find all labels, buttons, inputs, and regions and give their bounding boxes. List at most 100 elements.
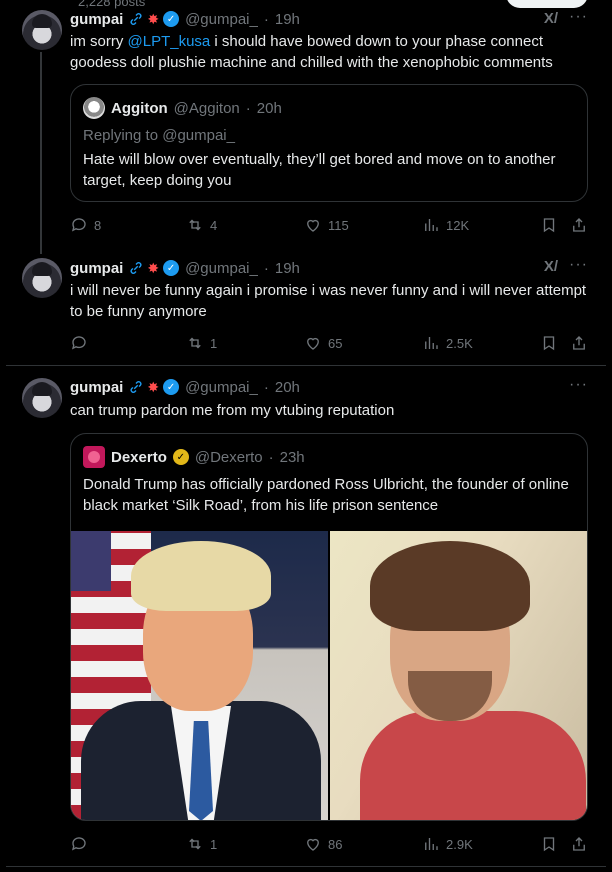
quote-display-name: Dexerto — [111, 448, 167, 466]
views-icon — [425, 838, 438, 850]
media-image-right[interactable] — [330, 531, 587, 820]
bookmark-button[interactable] — [540, 332, 558, 354]
more-icon[interactable]: ··· — [569, 376, 588, 394]
separator: · — [263, 10, 269, 28]
quote-text: Donald Trump has officially pardoned Ros… — [83, 476, 569, 514]
verified-badge-icon: ✓ — [163, 379, 180, 395]
tweet-2[interactable]: gumpai ✸ ✓ @gumpai_ · 19h X/ ··· i will … — [6, 250, 606, 365]
more-icon[interactable]: ··· — [569, 8, 588, 26]
separator: · — [268, 448, 274, 466]
verified-badge-icon: ✓ — [163, 260, 180, 276]
like-icon — [307, 219, 319, 232]
reply-button[interactable] — [70, 332, 94, 354]
reply-count: 8 — [94, 217, 102, 233]
share-icon — [573, 218, 585, 232]
views-count: 2.9K — [446, 836, 473, 852]
share-button[interactable] — [570, 332, 588, 354]
bookmark-icon — [543, 837, 555, 852]
quoted-tweet[interactable]: Dexerto ✓ @Dexerto · 23h Donald Trump ha… — [70, 433, 588, 821]
avatar[interactable] — [22, 10, 62, 50]
views-icon — [425, 337, 438, 349]
handle[interactable]: @gumpai_ — [185, 11, 258, 28]
like-icon — [307, 838, 319, 851]
repost-count: 4 — [210, 217, 218, 233]
share-icon — [573, 837, 585, 851]
verified-badge-icon: ✓ — [163, 11, 180, 27]
separator: · — [263, 378, 269, 396]
views-count: 12K — [446, 217, 470, 233]
share-button[interactable] — [570, 833, 588, 855]
like-icon — [307, 337, 319, 350]
sparkle-icon: ✸ — [147, 378, 160, 395]
tweet-3[interactable]: gumpai ✸ ✓ @gumpai_ · 20h ··· can trump … — [6, 366, 606, 866]
timestamp[interactable]: 20h — [275, 379, 300, 396]
share-icon — [573, 336, 585, 350]
more-icon[interactable]: ··· — [569, 256, 588, 274]
quote-header: Dexerto ✓ @Dexerto · 23h — [83, 446, 305, 468]
tweet-header: gumpai ✸ ✓ @gumpai_ · 19h — [70, 258, 300, 278]
flag-canton — [71, 531, 111, 591]
action-bar: 1 86 2.9K — [70, 833, 600, 855]
like-button[interactable]: 86 — [304, 833, 342, 855]
handle[interactable]: @gumpai_ — [185, 260, 258, 277]
quote-badges: ✓ — [172, 449, 189, 465]
bookmark-button[interactable] — [540, 214, 558, 236]
like-button[interactable]: 65 — [304, 332, 342, 354]
display-name[interactable]: gumpai — [70, 11, 123, 28]
tweet-1[interactable]: gumpai ✸ ✓ @gumpai_ · 19h X/ ··· im sorr… — [6, 0, 606, 250]
separator: · — [245, 99, 251, 117]
hair-graphic — [131, 541, 271, 611]
media-image-left[interactable] — [71, 531, 328, 820]
quote-media[interactable] — [71, 531, 587, 820]
views-icon — [425, 219, 438, 231]
repost-button[interactable]: 1 — [186, 833, 217, 855]
repost-icon — [189, 838, 201, 850]
repost-count: 1 — [210, 836, 218, 852]
views-button[interactable]: 12K — [422, 214, 469, 236]
separator: · — [263, 259, 269, 277]
like-count: 86 — [328, 836, 343, 852]
bookmark-icon — [543, 218, 555, 233]
text-before: im sorry — [70, 33, 128, 50]
action-bar: 1 65 2.5K — [70, 332, 600, 354]
views-count: 2.5K — [446, 335, 473, 351]
divider — [6, 866, 606, 867]
like-button[interactable]: 115 — [304, 214, 349, 236]
mention-link[interactable]: @LPT_kusa — [128, 33, 211, 50]
quote-handle: @Dexerto — [194, 448, 263, 466]
grok-icon[interactable]: X/ — [544, 10, 558, 27]
grok-icon[interactable]: X/ — [544, 258, 558, 275]
reply-button[interactable] — [70, 833, 94, 855]
link-icon — [130, 262, 142, 274]
quoted-tweet[interactable]: Aggiton @Aggiton · 20h Replying to @gump… — [70, 84, 588, 202]
reply-icon — [71, 336, 86, 350]
bookmark-icon — [543, 336, 555, 351]
quote-handle: @Aggiton — [173, 99, 240, 117]
shirt-graphic — [360, 711, 586, 820]
quote-avatar — [83, 446, 105, 468]
link-icon — [130, 381, 142, 393]
views-button[interactable]: 2.9K — [422, 833, 473, 855]
timestamp[interactable]: 19h — [275, 260, 300, 277]
like-count: 65 — [328, 335, 343, 351]
quote-display-name: Aggiton — [111, 99, 168, 117]
share-button[interactable] — [570, 214, 588, 236]
bookmark-button[interactable] — [540, 833, 558, 855]
reply-icon — [71, 218, 86, 232]
repost-button[interactable]: 4 — [186, 214, 217, 236]
views-button[interactable]: 2.5K — [422, 332, 473, 354]
display-name[interactable]: gumpai — [70, 260, 123, 277]
hair-graphic — [370, 541, 530, 631]
name-badges: ✸ ✓ — [129, 260, 180, 277]
tweet-text: i will never be funny again i promise i … — [70, 282, 587, 320]
link-icon — [130, 13, 142, 25]
reply-button[interactable]: 8 — [70, 214, 101, 236]
repost-button[interactable]: 1 — [186, 332, 217, 354]
name-badges: ✸ ✓ — [129, 11, 180, 28]
quote-text: Hate will blow over eventually, they’ll … — [83, 151, 556, 189]
display-name[interactable]: gumpai — [70, 379, 123, 396]
handle[interactable]: @gumpai_ — [185, 379, 258, 396]
avatar[interactable] — [22, 378, 62, 418]
timestamp[interactable]: 19h — [275, 11, 300, 28]
avatar[interactable] — [22, 258, 62, 298]
